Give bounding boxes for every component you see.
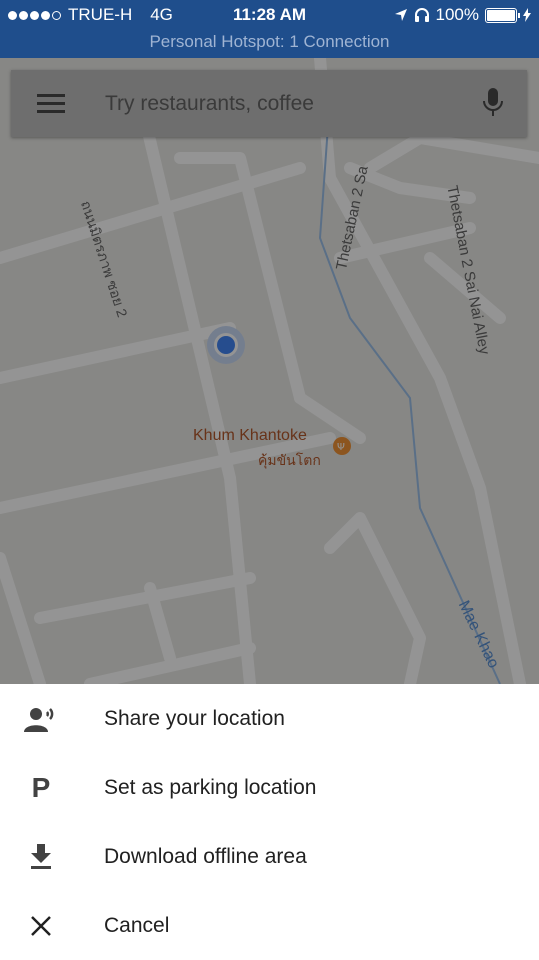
map-dim-overlay[interactable] xyxy=(0,58,539,684)
share-location-icon xyxy=(24,702,58,736)
battery-icon xyxy=(485,7,520,23)
search-input[interactable] xyxy=(103,86,447,122)
cancel-label: Cancel xyxy=(104,913,170,937)
share-location-item[interactable]: Share your location xyxy=(0,684,539,753)
hotspot-banner[interactable]: Personal Hotspot: 1 Connection xyxy=(0,32,539,52)
status-right: 100% xyxy=(394,5,531,25)
charging-icon xyxy=(523,8,531,22)
share-location-label: Share your location xyxy=(104,706,285,730)
microphone-icon[interactable] xyxy=(483,88,503,118)
headphones-icon xyxy=(414,8,429,22)
download-label: Download offline area xyxy=(104,844,307,868)
parking-label: Set as parking location xyxy=(104,775,317,799)
parking-icon: P xyxy=(31,771,51,803)
close-icon xyxy=(24,909,58,943)
search-bar xyxy=(11,70,527,137)
cancel-item[interactable]: Cancel xyxy=(0,891,539,960)
action-sheet: Share your location P Set as parking loc… xyxy=(0,684,539,960)
battery-percent: 100% xyxy=(435,5,479,24)
download-item[interactable]: Download offline area xyxy=(0,822,539,891)
download-icon xyxy=(24,840,58,874)
menu-icon[interactable] xyxy=(37,94,65,114)
location-arrow-icon xyxy=(394,9,407,21)
status-bar: TRUE-H 4G 11:28 AM 100% Personal Hotspot… xyxy=(0,0,539,58)
parking-item[interactable]: P Set as parking location xyxy=(0,753,539,822)
